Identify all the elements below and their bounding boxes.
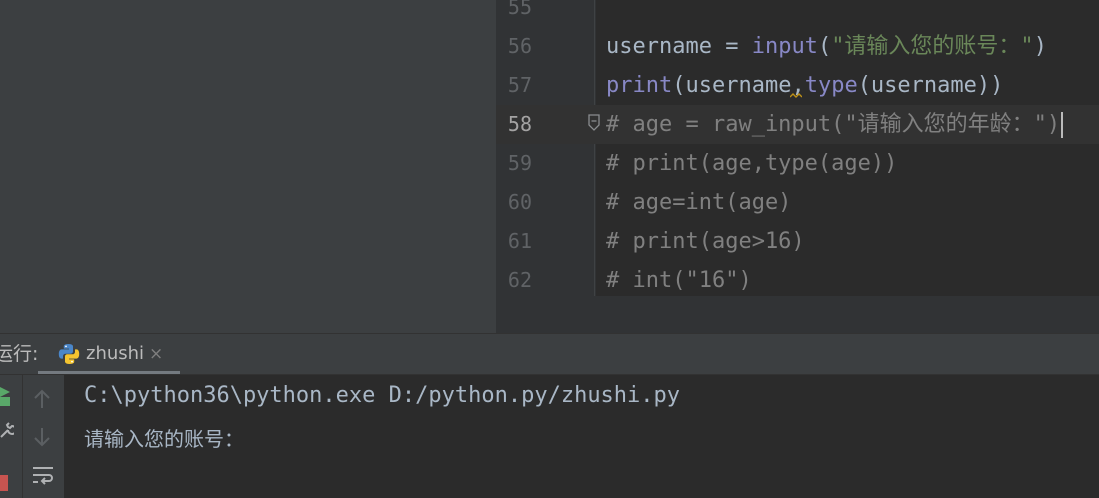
python-icon [58,344,80,364]
code-token: ( [817,34,832,59]
line-number: 59 [507,151,532,175]
console-command-line: C:\python36\python.exe D:/python.py/zhus… [84,383,681,408]
code-token: (username)) [857,73,1004,98]
close-tab-icon[interactable]: × [149,334,163,374]
line-number: 57 [507,73,532,97]
line-number: 55 [507,0,532,19]
code-line[interactable]: 61 # print(age>16) [496,222,1099,261]
text-caret [1061,112,1064,138]
run-label: 运行: [0,343,39,365]
run-tool-window-header: 运行: zhushi × [0,334,1099,375]
code-text: print(username, type(username)) [606,66,1003,105]
code-line[interactable]: 60 # age=int(age) [496,183,1099,222]
code-line[interactable]: 55 [496,0,1099,27]
scroll-down-icon[interactable] [33,427,51,447]
code-token: ) [1033,34,1047,59]
comment-token: # int("16") [606,268,752,293]
comment-token: # print(age,type(age)) [606,151,898,176]
active-tab-indicator [38,371,180,374]
string-token: "请输入您的账号：" [831,34,1034,59]
comment-token: # age = raw_input("请输入您的年龄：") [606,112,1061,137]
code-line[interactable]: 58 # age = raw_input("请输入您的年龄：") [496,105,1099,144]
line-number: 60 [507,190,532,214]
code-token: username = [606,34,752,59]
warning-squiggle-icon [790,93,803,98]
rerun-icon[interactable] [0,385,14,407]
code-text: # age=int(age) [606,183,791,222]
project-panel [0,0,496,333]
comment-token: # print(age>16) [606,229,805,254]
run-tab-zhushi[interactable]: zhushi × [38,334,180,374]
code-text: username = input("请输入您的账号：") [606,27,1047,66]
code-line[interactable]: 57 print(username, type(username)) [496,66,1099,105]
toolbar-divider [22,375,23,498]
line-number: 62 [507,268,532,292]
code-text: # age = raw_input("请输入您的年龄：") [606,105,1064,144]
code-line[interactable]: 59 # print(age,type(age)) [496,144,1099,183]
run-tab-label: zhushi [86,343,145,364]
line-number: 58 [507,112,532,136]
code-token: (username [672,73,792,98]
comment-token: # age=int(age) [606,190,792,215]
code-editor[interactable]: 55 56 username = input("请输入您的账号：") 57 print(… [496,0,1099,333]
scroll-up-icon[interactable] [33,389,51,409]
soft-wrap-icon[interactable] [32,465,54,487]
line-number: 56 [507,34,532,58]
run-toolbar [0,375,64,498]
code-text: # print(age>16) [606,222,805,261]
settings-icon[interactable] [0,422,14,440]
line-number: 61 [507,229,532,253]
builtin-token: print [606,73,673,98]
code-token: , [790,73,805,98]
builtin-token: input [751,34,818,59]
code-line[interactable]: 56 username = input("请输入您的账号：") [496,27,1099,66]
fold-marker-icon[interactable] [588,114,600,132]
stop-icon[interactable] [0,475,10,491]
builtin-token: type [804,73,858,98]
run-console-output[interactable]: C:\python36\python.exe D:/python.py/zhus… [64,375,1099,498]
code-text: # print(age,type(age)) [606,144,897,183]
console-input-prompt: 请输入您的账号： [84,427,244,451]
code-line[interactable]: 62 # int("16") [496,261,1099,300]
code-text: # int("16") [606,261,752,300]
editor-empty-area [496,296,1099,333]
